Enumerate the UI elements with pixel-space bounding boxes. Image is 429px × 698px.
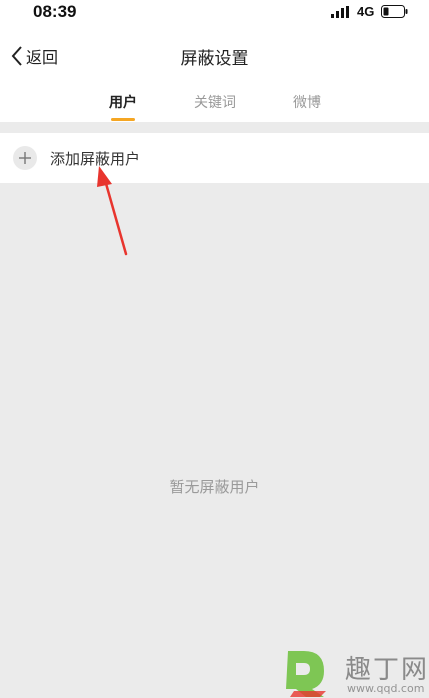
tab-keywords-label: 关键词 bbox=[194, 95, 236, 111]
tab-keywords[interactable]: 关键词 bbox=[185, 92, 245, 112]
tab-weibo[interactable]: 微博 bbox=[277, 92, 337, 112]
annotation-arrow bbox=[97, 166, 128, 256]
watermark-text: 趣丁网 bbox=[345, 655, 429, 685]
status-time: 08:39 bbox=[33, 2, 77, 21]
battery-icon bbox=[381, 5, 408, 18]
page-title: 屏蔽设置 bbox=[180, 49, 249, 69]
network-type: 4G bbox=[357, 4, 375, 19]
section-divider bbox=[0, 122, 429, 133]
watermark-url: www.qqd.com bbox=[347, 682, 425, 695]
plus-icon bbox=[13, 146, 37, 170]
add-blocked-user-button[interactable]: 添加屏蔽用户 bbox=[0, 133, 429, 183]
status-bar: 08:39 4G bbox=[0, 0, 429, 26]
empty-state-text: 暂无屏蔽用户 bbox=[169, 478, 260, 496]
tab-weibo-label: 微博 bbox=[293, 95, 321, 111]
tab-users[interactable]: 用户 bbox=[93, 92, 153, 121]
tab-active-indicator bbox=[111, 118, 135, 121]
tab-bar: 用户 关键词 微博 bbox=[0, 86, 429, 122]
nav-bar: 返回 屏蔽设置 bbox=[0, 26, 429, 86]
tab-users-label: 用户 bbox=[109, 95, 137, 111]
signal-icon bbox=[331, 6, 349, 18]
